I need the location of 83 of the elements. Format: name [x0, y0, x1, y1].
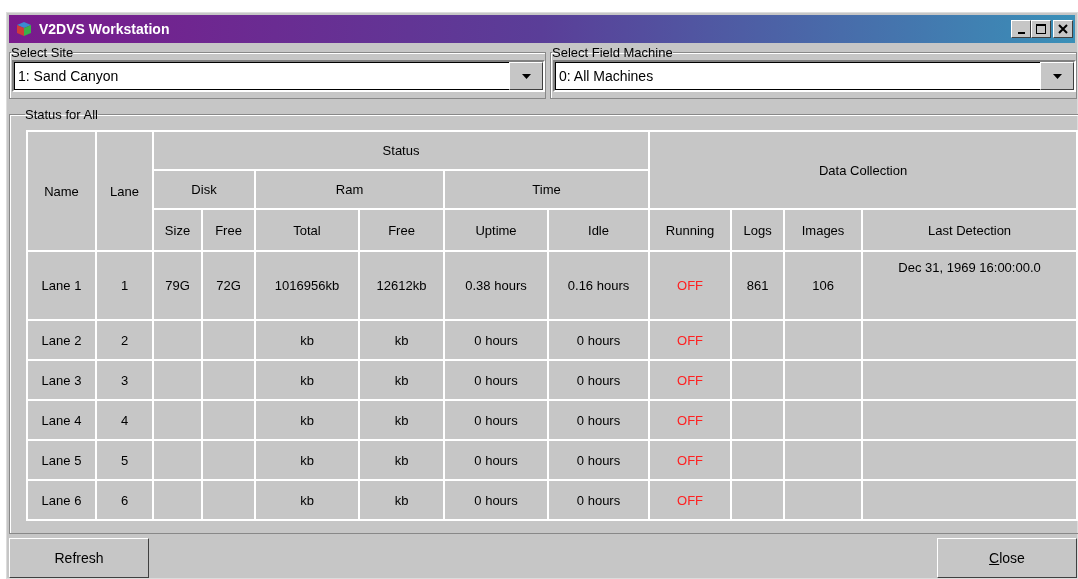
maximize-icon — [1036, 24, 1046, 34]
table-cell: kb — [360, 481, 443, 519]
table-cell: kb — [256, 481, 358, 519]
column-header: Running — [650, 210, 731, 250]
dropdown-button[interactable] — [1040, 62, 1074, 90]
table-cell: Lane 1 — [28, 252, 95, 319]
column-header: Uptime — [445, 210, 547, 250]
minimize-button[interactable] — [1011, 20, 1031, 38]
column-header: Ram — [256, 171, 443, 208]
group-label: Select Field Machine — [552, 45, 673, 60]
dropdown-field[interactable]: 0: All Machines — [555, 62, 1040, 90]
table-cell: 0 hours — [549, 441, 649, 479]
column-header: Idle — [549, 210, 649, 250]
column-header: Total — [256, 210, 358, 250]
maximize-button[interactable] — [1031, 20, 1051, 38]
table-cell: kb — [360, 401, 443, 439]
table-cell: 0 hours — [445, 481, 547, 519]
table-cell: 0 hours — [445, 441, 547, 479]
running-status: OFF — [650, 441, 731, 479]
dropdown-button[interactable] — [509, 62, 543, 90]
table-cell: 3 — [97, 361, 152, 399]
column-header: Status — [154, 132, 649, 169]
column-header: Logs — [732, 210, 784, 250]
column-header: Free — [203, 210, 254, 250]
table-cell: 6 — [97, 481, 152, 519]
close-button[interactable] — [1053, 20, 1073, 38]
table-cell: 0 hours — [445, 361, 547, 399]
table-cell: kb — [360, 321, 443, 359]
minimize-icon — [1017, 31, 1025, 34]
table-cell: 0 hours — [445, 401, 547, 439]
table-cell: kb — [360, 361, 443, 399]
table-cell: Lane 4 — [28, 401, 95, 439]
table-cell: 0 hours — [549, 481, 649, 519]
table-cell: Lane 2 — [28, 321, 95, 359]
table-cell: kb — [256, 441, 358, 479]
running-status: OFF — [650, 481, 731, 519]
column-header: Time — [445, 171, 649, 208]
table-cell: 0 hours — [445, 321, 547, 359]
table-cell: kb — [256, 401, 358, 439]
table-cell: 0 hours — [549, 361, 649, 399]
column-header: Name — [28, 132, 95, 250]
table-cell: 79G — [154, 252, 201, 319]
app-cube-icon — [15, 20, 33, 38]
running-status: OFF — [650, 361, 731, 399]
table-cell: 1016956kb — [256, 252, 358, 319]
group-label: Select Site — [11, 45, 74, 60]
dropdown-field[interactable]: 1: Sand Canyon — [14, 62, 509, 90]
column-header: Images — [785, 210, 862, 250]
column-header: Disk — [154, 171, 254, 208]
table-cell: Lane 5 — [28, 441, 95, 479]
table-cell: 106 — [785, 252, 862, 319]
table-cell: Lane 6 — [28, 481, 95, 519]
group-label: Status for All — [25, 107, 98, 122]
table-cell: 861 — [732, 252, 784, 319]
column-header: Data Collection — [650, 132, 1077, 208]
table-cell: Lane 3 — [28, 361, 95, 399]
table-cell: 0 hours — [549, 321, 649, 359]
table-cell: 5 — [97, 441, 152, 479]
action-button[interactable]: Refresh — [9, 538, 149, 578]
table-cell: 0.16 hours — [549, 252, 649, 319]
table-cell: 0 hours — [549, 401, 649, 439]
column-header: Last Detection — [863, 210, 1077, 250]
close-icon — [1058, 24, 1068, 34]
table-cell: 4 — [97, 401, 152, 439]
table-cell: 1 — [97, 252, 152, 319]
table-cell: kb — [256, 321, 358, 359]
caret-icon — [521, 73, 531, 79]
table-cell: 72G — [203, 252, 254, 319]
running-status: OFF — [650, 252, 731, 319]
column-header: Size — [154, 210, 201, 250]
table-cell: kb — [256, 361, 358, 399]
window-title: V2DVS Workstation — [39, 21, 171, 37]
table-cell: kb — [360, 441, 443, 479]
table-cell: 2 — [97, 321, 152, 359]
column-header: Free — [360, 210, 443, 250]
caret-icon — [1052, 73, 1062, 79]
action-button[interactable]: Close — [937, 538, 1077, 578]
column-header: Lane — [97, 132, 152, 250]
table-cell: Dec 31, 1969 16:00:00.0 — [863, 252, 1077, 319]
table-cell: 12612kb — [360, 252, 443, 319]
running-status: OFF — [650, 401, 731, 439]
running-status: OFF — [650, 321, 731, 359]
table-cell: 0.38 hours — [445, 252, 547, 319]
